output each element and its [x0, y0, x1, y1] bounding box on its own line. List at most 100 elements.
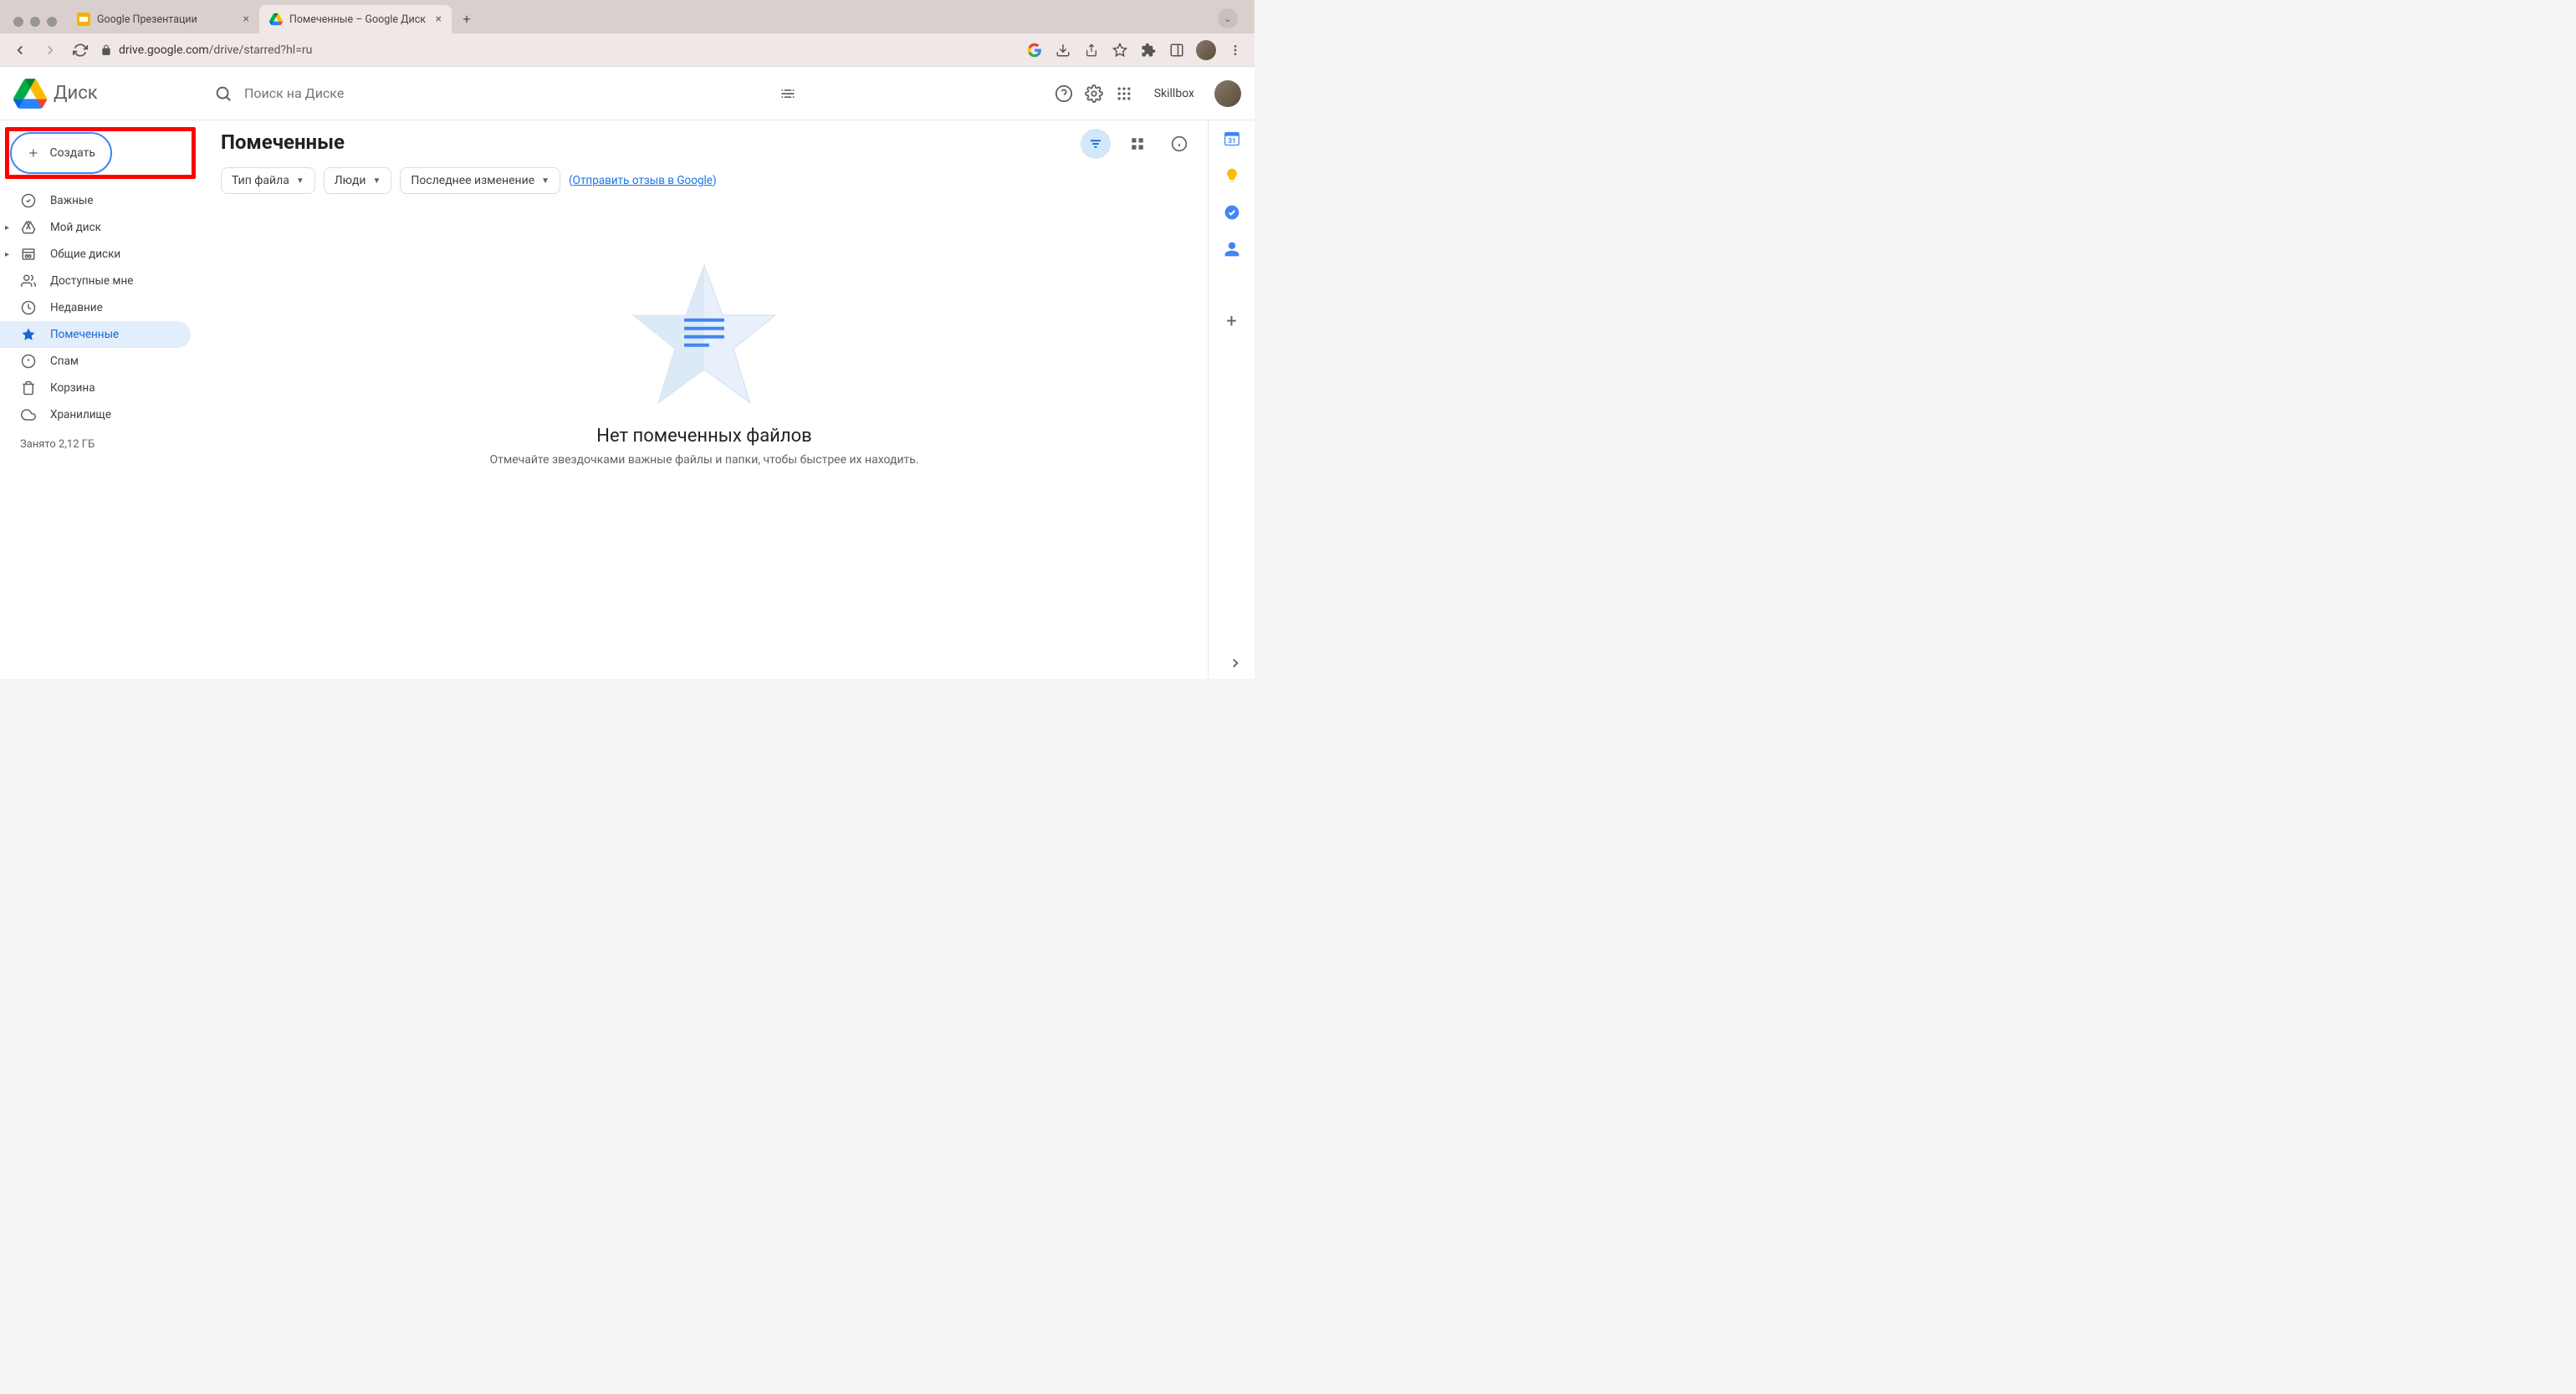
- sidebar-item-recent[interactable]: Недавние: [0, 294, 191, 321]
- product-name: Диск: [54, 83, 98, 104]
- back-button[interactable]: [10, 40, 30, 60]
- keep-app-icon[interactable]: [1224, 167, 1240, 184]
- browser-chrome: Google Презентации × Помеченные – Google…: [0, 0, 1255, 67]
- sidebar-item-storage[interactable]: Хранилище: [0, 401, 191, 428]
- profile-avatar[interactable]: [1196, 40, 1216, 60]
- drive-small-icon: [20, 219, 37, 236]
- account-label: Skillbox: [1144, 87, 1204, 100]
- close-window-button[interactable]: [13, 17, 23, 27]
- expand-tabs-button[interactable]: ⌄: [1218, 8, 1238, 28]
- filter-chip-people[interactable]: Люди▼: [324, 167, 392, 194]
- cloud-icon: [20, 406, 37, 423]
- account-avatar[interactable]: [1214, 80, 1241, 107]
- main-content: Помеченные Тип файла ▼ Люди▼ Последнее из…: [201, 120, 1208, 679]
- tasks-app-icon[interactable]: [1224, 204, 1240, 221]
- sidebar-item-trash[interactable]: Корзина: [0, 375, 191, 401]
- add-app-button[interactable]: +: [1226, 311, 1236, 332]
- settings-icon[interactable]: [1084, 84, 1104, 104]
- drive-body: Создать Важные ▸ Мой диск ▸ Общие диски …: [0, 120, 1255, 679]
- sidebar-item-my-drive[interactable]: ▸ Мой диск: [0, 214, 191, 241]
- chevron-down-icon: ▼: [372, 176, 381, 186]
- empty-title: Нет помеченных файлов: [596, 426, 811, 447]
- drive-logo-icon: [13, 77, 47, 110]
- tab-title: Google Презентации: [97, 13, 197, 26]
- chevron-down-icon: ▼: [296, 176, 304, 186]
- menu-icon[interactable]: [1226, 41, 1245, 59]
- chevron-down-icon: ▼: [541, 176, 549, 186]
- annotation-highlight: Создать: [5, 127, 196, 179]
- star-icon: [20, 326, 37, 343]
- extensions-icon[interactable]: [1139, 41, 1158, 59]
- drive-logo[interactable]: Диск: [13, 77, 197, 110]
- toolbar-right: [1025, 40, 1245, 60]
- new-tab-button[interactable]: +: [455, 7, 478, 30]
- view-controls: [1081, 129, 1194, 159]
- sidepanel-icon[interactable]: [1168, 41, 1186, 59]
- sidebar-item-priority[interactable]: Важные: [0, 187, 191, 214]
- chevron-right-icon[interactable]: ▸: [5, 223, 9, 232]
- document-icon: [682, 314, 727, 350]
- apps-icon[interactable]: [1114, 84, 1134, 104]
- feedback-link[interactable]: Отправить отзыв в Google: [573, 174, 713, 187]
- search-input[interactable]: [204, 74, 806, 113]
- trash-icon: [20, 380, 37, 396]
- grid-view-button[interactable]: [1122, 129, 1153, 159]
- drive-header: Диск Skillbox: [0, 67, 1255, 120]
- sidebar-item-starred[interactable]: Помеченные: [0, 321, 191, 348]
- filter-label: Тип файла: [232, 174, 289, 187]
- new-button-label: Создать: [50, 146, 96, 160]
- help-icon[interactable]: [1054, 84, 1074, 104]
- collapse-panel-icon[interactable]: [1228, 656, 1243, 671]
- search-icon[interactable]: [214, 84, 233, 103]
- nav-label: Помеченные: [50, 328, 119, 341]
- minimize-window-button[interactable]: [30, 17, 40, 27]
- slides-icon: [77, 13, 90, 26]
- window-controls: [7, 17, 67, 33]
- people-icon: [20, 273, 37, 289]
- close-tab-icon[interactable]: ×: [243, 13, 249, 26]
- sidebar-item-shared-drives[interactable]: ▸ Общие диски: [0, 241, 191, 268]
- filter-chip-type[interactable]: Тип файла ▼: [221, 167, 315, 194]
- lock-icon: [100, 44, 112, 56]
- reload-button[interactable]: [70, 40, 90, 60]
- browser-toolbar: drive.google.com/drive/starred?hl=ru: [0, 33, 1255, 67]
- page-title: Помеченные: [221, 130, 1188, 154]
- close-tab-icon[interactable]: ×: [436, 13, 442, 26]
- plus-icon: [27, 143, 40, 163]
- browser-tab-drive[interactable]: Помеченные – Google Диск ×: [259, 5, 452, 33]
- nav-list: Важные ▸ Мой диск ▸ Общие диски Доступны…: [0, 184, 201, 431]
- feedback-wrapper: (Отправить отзыв в Google): [569, 174, 717, 187]
- maximize-window-button[interactable]: [47, 17, 57, 27]
- filter-row: Тип файла ▼ Люди▼ Последнее изменение▼ (О…: [221, 167, 1188, 194]
- google-search-icon[interactable]: [1025, 41, 1044, 59]
- nav-label: Важные: [50, 194, 94, 207]
- forward-button[interactable]: [40, 40, 60, 60]
- chevron-right-icon[interactable]: ▸: [5, 250, 9, 259]
- sidebar: Создать Важные ▸ Мой диск ▸ Общие диски …: [0, 120, 201, 679]
- spam-icon: [20, 353, 37, 370]
- address-bar[interactable]: drive.google.com/drive/starred?hl=ru: [100, 43, 1015, 57]
- new-button[interactable]: Создать: [11, 133, 111, 173]
- check-circle-icon: [20, 192, 37, 209]
- search-options-icon[interactable]: [779, 85, 796, 102]
- calendar-app-icon[interactable]: 31: [1224, 130, 1240, 147]
- url-text: drive.google.com/drive/starred?hl=ru: [119, 43, 312, 57]
- contacts-app-icon[interactable]: [1224, 241, 1240, 258]
- bookmark-icon[interactable]: [1111, 41, 1129, 59]
- info-button[interactable]: [1164, 129, 1194, 159]
- sidebar-item-spam[interactable]: Спам: [0, 348, 191, 375]
- clock-icon: [20, 299, 37, 316]
- tab-title: Помеченные – Google Диск: [289, 13, 426, 26]
- filter-chip-modified[interactable]: Последнее изменение▼: [400, 167, 560, 194]
- nav-label: Недавние: [50, 301, 103, 314]
- downloads-icon[interactable]: [1054, 41, 1072, 59]
- nav-label: Мой диск: [50, 221, 101, 234]
- sidebar-item-shared-with-me[interactable]: Доступные мне: [0, 268, 191, 294]
- filter-toggle-button[interactable]: [1081, 129, 1111, 159]
- nav-label: Доступные мне: [50, 274, 133, 288]
- browser-tab-slides[interactable]: Google Презентации ×: [67, 5, 259, 33]
- search-bar: [204, 74, 806, 113]
- side-panel: 31 +: [1208, 120, 1255, 679]
- share-icon[interactable]: [1082, 41, 1101, 59]
- empty-subtitle: Отмечайте звездочками важные файлы и пап…: [489, 453, 918, 467]
